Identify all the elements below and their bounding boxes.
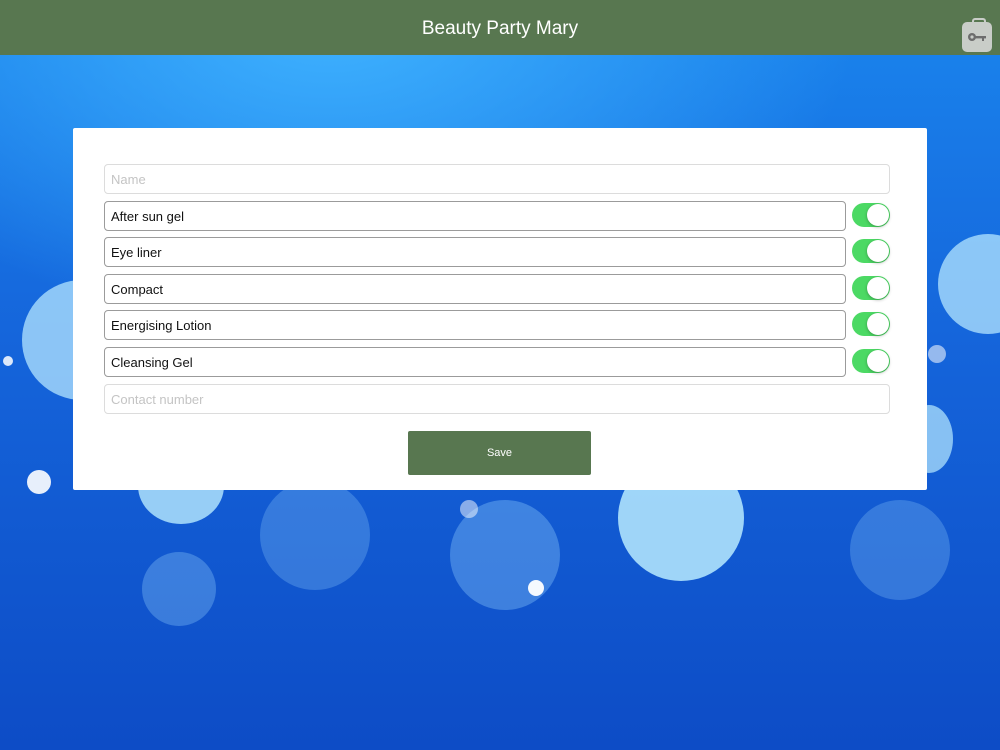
save-button[interactable]: Save (408, 431, 591, 475)
product-label: Eye liner (111, 244, 162, 260)
page-title: Beauty Party Mary (421, 17, 579, 39)
product-row-energising-lotion: Energising Lotion (104, 310, 890, 340)
contact-number-input[interactable] (104, 384, 890, 414)
name-input[interactable] (104, 164, 890, 194)
toggle-knob (867, 204, 889, 226)
product-row-after-sun-gel: After sun gel (104, 201, 890, 231)
briefcase-key-button[interactable] (962, 18, 992, 52)
product-field[interactable]: Cleansing Gel (104, 347, 846, 377)
product-row-cleansing-gel: Cleansing Gel (104, 347, 890, 377)
product-field[interactable]: After sun gel (104, 201, 846, 231)
product-label: Cleansing Gel (111, 354, 193, 370)
product-field[interactable]: Energising Lotion (104, 310, 846, 340)
product-toggle[interactable] (852, 239, 890, 263)
briefcase-key-icon (968, 33, 986, 41)
product-field[interactable]: Compact (104, 274, 846, 304)
product-row-eye-liner: Eye liner (104, 237, 890, 267)
toggle-knob (867, 313, 889, 335)
product-toggle[interactable] (852, 349, 890, 373)
product-label: Energising Lotion (111, 317, 212, 333)
nav-bar: Beauty Party Mary (0, 0, 1000, 55)
product-field[interactable]: Eye liner (104, 237, 846, 267)
product-row-compact: Compact (104, 274, 890, 304)
product-label: After sun gel (111, 208, 184, 224)
product-label: Compact (111, 281, 164, 297)
order-form-card: After sun gel Eye liner Compact Energisi… (73, 128, 927, 490)
product-toggle[interactable] (852, 276, 890, 300)
toggle-knob (867, 350, 889, 372)
product-toggle[interactable] (852, 312, 890, 336)
toggle-knob (867, 277, 889, 299)
toggle-knob (867, 240, 889, 262)
product-toggle[interactable] (852, 203, 890, 227)
